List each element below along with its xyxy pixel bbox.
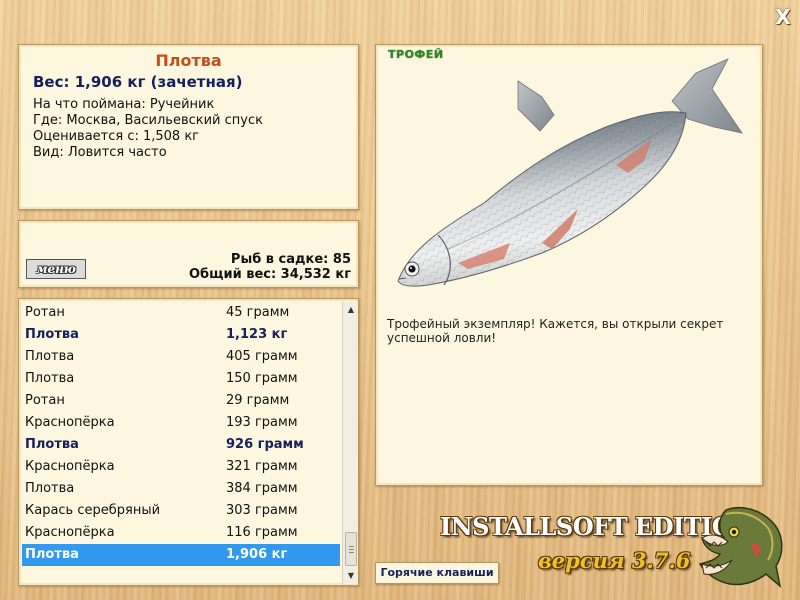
threshold-line: Оценивается с: 1,508 кг bbox=[33, 129, 200, 144]
total-weight: Общий вес: 34,532 кг bbox=[188, 267, 351, 282]
catch-fish-weight: 321 грамм bbox=[226, 459, 298, 474]
catch-fish-name: Плотва bbox=[25, 547, 79, 562]
catch-fish-weight: 29 грамм bbox=[226, 393, 290, 408]
fish-count: Рыб в садке: 85 bbox=[230, 252, 351, 267]
fish-name-title: Плотва bbox=[155, 51, 222, 70]
fish-weight: Вес: 1,906 кг (зачетная) bbox=[33, 73, 243, 91]
catch-fish-weight: 45 грамм bbox=[226, 305, 290, 320]
catch-fish-weight: 150 грамм bbox=[226, 371, 298, 386]
scroll-up-icon[interactable]: ▲ bbox=[343, 302, 359, 318]
catch-list-row[interactable]: Плотва 405 грамм bbox=[22, 346, 340, 368]
scroll-down-icon[interactable]: ▼ bbox=[343, 568, 359, 584]
pike-logo-icon bbox=[698, 506, 783, 588]
fish-details: На что поймана: Ручейник Где: Москва, Ва… bbox=[33, 97, 344, 161]
catch-list-row[interactable]: Плотва 150 грамм bbox=[22, 368, 340, 390]
scrollbar-thumb[interactable] bbox=[345, 532, 357, 566]
catch-fish-weight: 405 грамм bbox=[226, 349, 298, 364]
catch-fish-name: Краснопёрка bbox=[25, 459, 115, 474]
catch-list-row[interactable]: Плотва 926 грамм bbox=[22, 434, 340, 456]
catch-list[interactable]: Ротан 45 грамм Плотва 1,123 кг Плотва 405 гра… bbox=[22, 302, 340, 584]
catch-fish-weight: 1,906 кг bbox=[226, 547, 288, 562]
trophy-label: ТРОФЕЙ bbox=[388, 48, 444, 61]
keepnet-stats-panel: меню Рыб в садке: 85 Общий вес: 34,532 к… bbox=[18, 220, 359, 288]
version-label: версия 3.7.6 bbox=[538, 548, 691, 573]
catch-list-row[interactable]: Карась серебряный 303 грамм bbox=[22, 500, 340, 522]
catch-fish-name: Плотва bbox=[25, 327, 79, 342]
menu-button[interactable]: меню bbox=[26, 259, 86, 279]
catch-list-row[interactable]: Ротан 45 грамм bbox=[22, 302, 340, 324]
trophy-description: Трофейный экземпляр! Кажется, вы открыли… bbox=[387, 317, 724, 345]
fish-info-panel: Плотва Вес: 1,906 кг (зачетная) На что п… bbox=[18, 44, 359, 210]
catch-list-row[interactable]: Плотва 384 грамм bbox=[22, 478, 340, 500]
location-line: Где: Москва, Васильевский спуск bbox=[33, 113, 263, 128]
catch-fish-name: Ротан bbox=[25, 393, 65, 408]
catch-fish-name: Плотва bbox=[25, 349, 75, 364]
catch-fish-weight: 926 грамм bbox=[226, 437, 304, 452]
close-button[interactable]: X bbox=[772, 6, 794, 28]
catch-list-row[interactable]: Плотва 1,906 кг bbox=[22, 544, 340, 566]
list-scrollbar[interactable]: ▲ ▼ bbox=[342, 302, 358, 584]
catch-fish-name: Плотва bbox=[25, 371, 75, 386]
catch-list-row[interactable]: Краснопёрка 321 грамм bbox=[22, 456, 340, 478]
catch-fish-name: Плотва bbox=[25, 437, 79, 452]
species-line: Вид: Ловится часто bbox=[33, 145, 167, 160]
catch-list-row[interactable]: Плотва 1,123 кг bbox=[22, 324, 340, 346]
close-icon: X bbox=[775, 5, 791, 29]
keepnet-stats: Рыб в садке: 85 Общий вес: 34,532 кг bbox=[189, 252, 351, 282]
catch-fish-weight: 384 грамм bbox=[226, 481, 298, 496]
trophy-panel: ТРОФЕЙ Трофейный экземпляр! Кажется, вы … bbox=[375, 44, 763, 486]
catch-fish-weight: 116 грамм bbox=[226, 525, 298, 540]
catch-fish-name: Карась серебряный bbox=[25, 503, 161, 518]
catch-list-row[interactable]: Краснопёрка 193 грамм bbox=[22, 412, 340, 434]
catch-fish-name: Ротан bbox=[25, 305, 65, 320]
catch-list-row[interactable]: Краснопёрка 116 грамм bbox=[22, 522, 340, 544]
catch-fish-name: Краснопёрка bbox=[25, 415, 115, 430]
catch-fish-weight: 1,123 кг bbox=[226, 327, 288, 342]
bait-line: На что поймана: Ручейник bbox=[33, 97, 215, 112]
catch-fish-name: Плотва bbox=[25, 481, 75, 496]
roach-fish-image bbox=[397, 58, 743, 287]
catch-fish-weight: 193 грамм bbox=[226, 415, 298, 430]
catch-fish-weight: 303 грамм bbox=[226, 503, 298, 518]
hotkeys-button[interactable]: Горячие клавиши bbox=[375, 562, 499, 584]
catch-fish-name: Краснопёрка bbox=[25, 525, 115, 540]
catch-list-panel: Ротан 45 грамм Плотва 1,123 кг Плотва 405 гра… bbox=[18, 298, 359, 586]
catch-list-row[interactable]: Ротан 29 грамм bbox=[22, 390, 340, 412]
